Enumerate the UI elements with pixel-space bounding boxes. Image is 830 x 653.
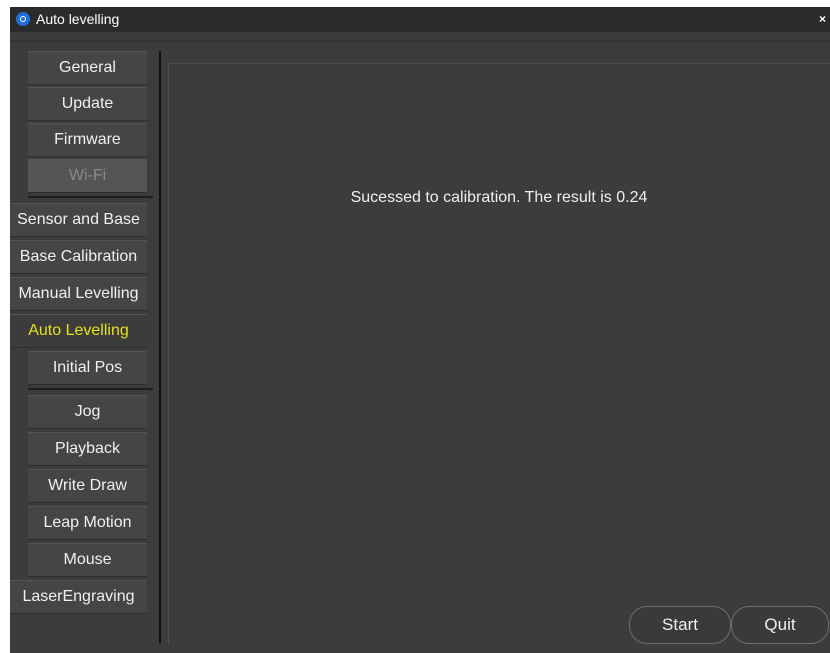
content-panel: Sucessed to calibration. The result is 0… (168, 63, 830, 644)
quit-button[interactable]: Quit (731, 606, 829, 644)
sidebar-item-laser-engraving[interactable]: LaserEngraving (10, 580, 147, 614)
sidebar-group-divider (28, 196, 153, 198)
sidebar-item-leap-motion[interactable]: Leap Motion (28, 506, 147, 540)
app-logo-icon (16, 12, 30, 26)
calibration-result-message: Sucessed to calibration. The result is 0… (350, 189, 648, 206)
sidebar-item-general[interactable]: General (28, 51, 147, 85)
sidebar-group-divider (28, 388, 153, 390)
sidebar-divider (159, 51, 161, 643)
sidebar-item-sensor-and-base[interactable]: Sensor and Base (10, 203, 147, 237)
title-bar: Auto levelling × (10, 7, 830, 32)
auto-levelling-window: Auto levelling × General Update Firmware… (10, 7, 830, 653)
sidebar-item-manual-levelling[interactable]: Manual Levelling (10, 277, 147, 311)
sidebar-item-write-draw[interactable]: Write Draw (28, 469, 147, 503)
sidebar-item-firmware[interactable]: Firmware (28, 123, 147, 157)
close-icon[interactable]: × (819, 7, 826, 32)
sidebar-item-playback[interactable]: Playback (28, 432, 147, 466)
sidebar-item-auto-levelling[interactable]: Auto Levelling (10, 314, 147, 348)
header-divider (10, 40, 830, 42)
window-title: Auto levelling (36, 11, 120, 27)
start-button[interactable]: Start (629, 606, 731, 644)
sidebar-item-jog[interactable]: Jog (28, 395, 147, 429)
sidebar-item-initial-pos[interactable]: Initial Pos (28, 351, 147, 385)
sidebar-item-mouse[interactable]: Mouse (28, 543, 147, 577)
sidebar-item-wifi[interactable]: Wi-Fi (28, 159, 147, 193)
sidebar-item-base-calibration[interactable]: Base Calibration (10, 240, 147, 274)
sidebar-item-update[interactable]: Update (28, 87, 147, 121)
